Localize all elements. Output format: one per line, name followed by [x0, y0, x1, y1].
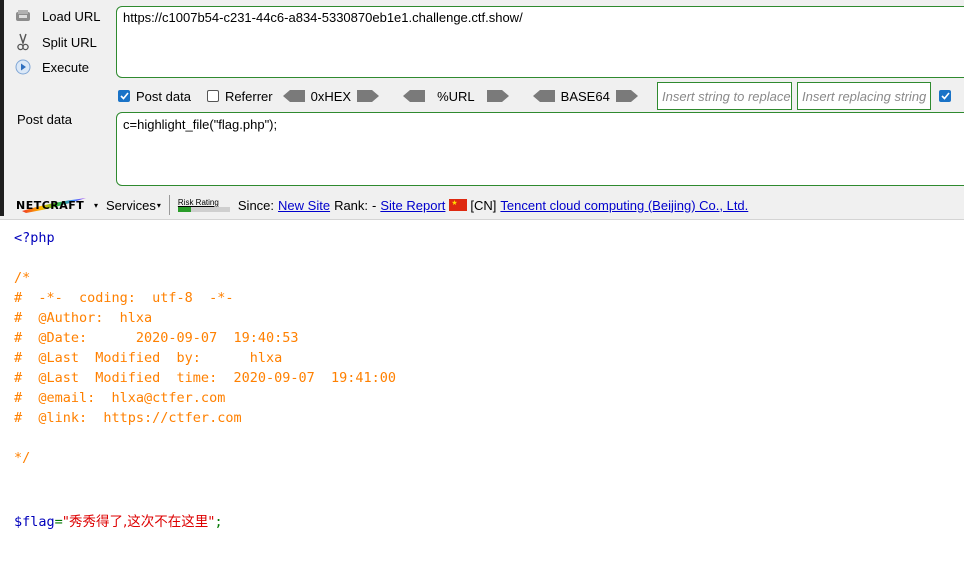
execute-label: Execute: [42, 59, 89, 75]
since-value-link[interactable]: New Site: [278, 198, 330, 213]
flag-assignment-line: $flag="秀秀得了,这次不在这里";: [14, 510, 223, 530]
risk-rating[interactable]: Risk Rating: [177, 198, 230, 212]
comment-close: */: [14, 450, 31, 466]
load-url-icon: [14, 7, 32, 25]
comment-line: # @Last Modified by: hlxa: [14, 350, 283, 366]
risk-rating-bar: [177, 207, 230, 212]
left-edge-strip: [0, 0, 4, 216]
hex-encoder: 0xHEX: [282, 88, 380, 104]
services-dropdown-icon: ▾: [156, 200, 161, 210]
url-encoder: %URL: [403, 89, 509, 104]
url-decode-arrow-icon[interactable]: [403, 90, 426, 102]
load-url-button[interactable]: Load URL: [14, 5, 101, 27]
risk-rating-label: Risk Rating: [177, 198, 219, 207]
site-report-link[interactable]: Site Report: [380, 198, 445, 213]
url-value: https://c1007b54-c231-44c6-a834-5330870e…: [123, 10, 523, 25]
hackbar-panel: Load URL Split URL Execute https://c1007…: [0, 0, 964, 220]
replace-with-placeholder: Insert replacing string: [802, 89, 927, 104]
scissors-icon: [14, 33, 32, 51]
post-data-label: Post data: [17, 112, 72, 127]
url-input[interactable]: https://c1007b54-c231-44c6-a834-5330870e…: [116, 6, 964, 78]
play-icon: [14, 58, 32, 76]
post-data-checkbox[interactable]: [118, 90, 130, 102]
post-data-checkbox-label: Post data: [136, 88, 191, 104]
services-menu[interactable]: Services: [106, 198, 156, 213]
post-data-input[interactable]: c=highlight_file("flag.php");: [116, 112, 964, 186]
base64-label: BASE64: [560, 88, 610, 104]
options-row: Post data Referrer 0xHEX %URL BASE64: [118, 86, 638, 106]
comment-line: # @link: https://ctfer.com: [14, 410, 242, 426]
referrer-checkbox[interactable]: [206, 90, 219, 102]
toolbar-separator: [168, 195, 170, 215]
php-open-tag: <?php: [14, 230, 55, 246]
check-icon: [940, 92, 950, 100]
netcraft-logo-text: NETCRAFT: [16, 198, 85, 212]
base64-encoder: BASE64: [532, 88, 638, 104]
netcraft-logo[interactable]: NETCRAFT: [16, 196, 86, 214]
replace-with-input[interactable]: Insert replacing string: [797, 82, 931, 110]
comment-line: # -*- coding: utf-8 -*-: [14, 290, 234, 306]
hex-decode-arrow-icon[interactable]: [282, 90, 305, 102]
replace-find-input[interactable]: Insert string to replace: [657, 82, 792, 110]
base64-decode-arrow-icon[interactable]: [532, 90, 555, 102]
hex-encode-arrow-icon[interactable]: [357, 90, 380, 102]
flag-variable: $flag: [14, 514, 55, 530]
url-encode-arrow-icon[interactable]: [486, 90, 509, 102]
comment-open: /*: [14, 270, 31, 286]
hosting-provider-link[interactable]: Tencent cloud computing (Beijing) Co., L…: [500, 198, 748, 213]
panel-divider: [0, 219, 964, 220]
comment-line: # @email: hlxa@ctfer.com: [14, 390, 226, 406]
split-url-button[interactable]: Split URL: [14, 31, 97, 53]
netcraft-menu-dropdown-icon[interactable]: ▾: [94, 201, 98, 210]
check-icon: [119, 92, 129, 100]
flag-equals: =: [54, 514, 63, 530]
replace-find-placeholder: Insert string to replace: [662, 89, 791, 104]
execute-button[interactable]: Execute: [14, 56, 89, 78]
netcraft-toolbar: NETCRAFT ▾ Services ▾ Risk Rating Since:…: [0, 192, 964, 218]
since-label: Since:: [237, 197, 275, 213]
base64-encode-arrow-icon[interactable]: [615, 90, 638, 102]
flag-string: "秀秀得了,这次不在这里": [62, 514, 215, 530]
flag-semicolon: ;: [214, 514, 223, 530]
url-label: %URL: [437, 88, 475, 104]
referrer-checkbox-label: Referrer: [224, 88, 273, 104]
country-code: [CN]: [470, 197, 497, 213]
load-url-label: Load URL: [42, 8, 101, 24]
rank-label: Rank:: [334, 197, 369, 213]
comment-line: # @Author: hlxa: [14, 310, 153, 326]
rank-value: -: [372, 197, 377, 213]
hex-label: 0xHEX: [310, 88, 352, 104]
post-data-value: c=highlight_file("flag.php");: [123, 117, 278, 132]
comment-line: # @Last Modified time: 2020-09-07 19:41:…: [14, 370, 397, 386]
comment-line: # @Date: 2020-09-07 19:40:53: [14, 330, 299, 346]
split-url-label: Split URL: [42, 34, 97, 50]
replace-all-checkbox[interactable]: [939, 90, 951, 102]
china-flag-icon: ★: [449, 199, 468, 211]
